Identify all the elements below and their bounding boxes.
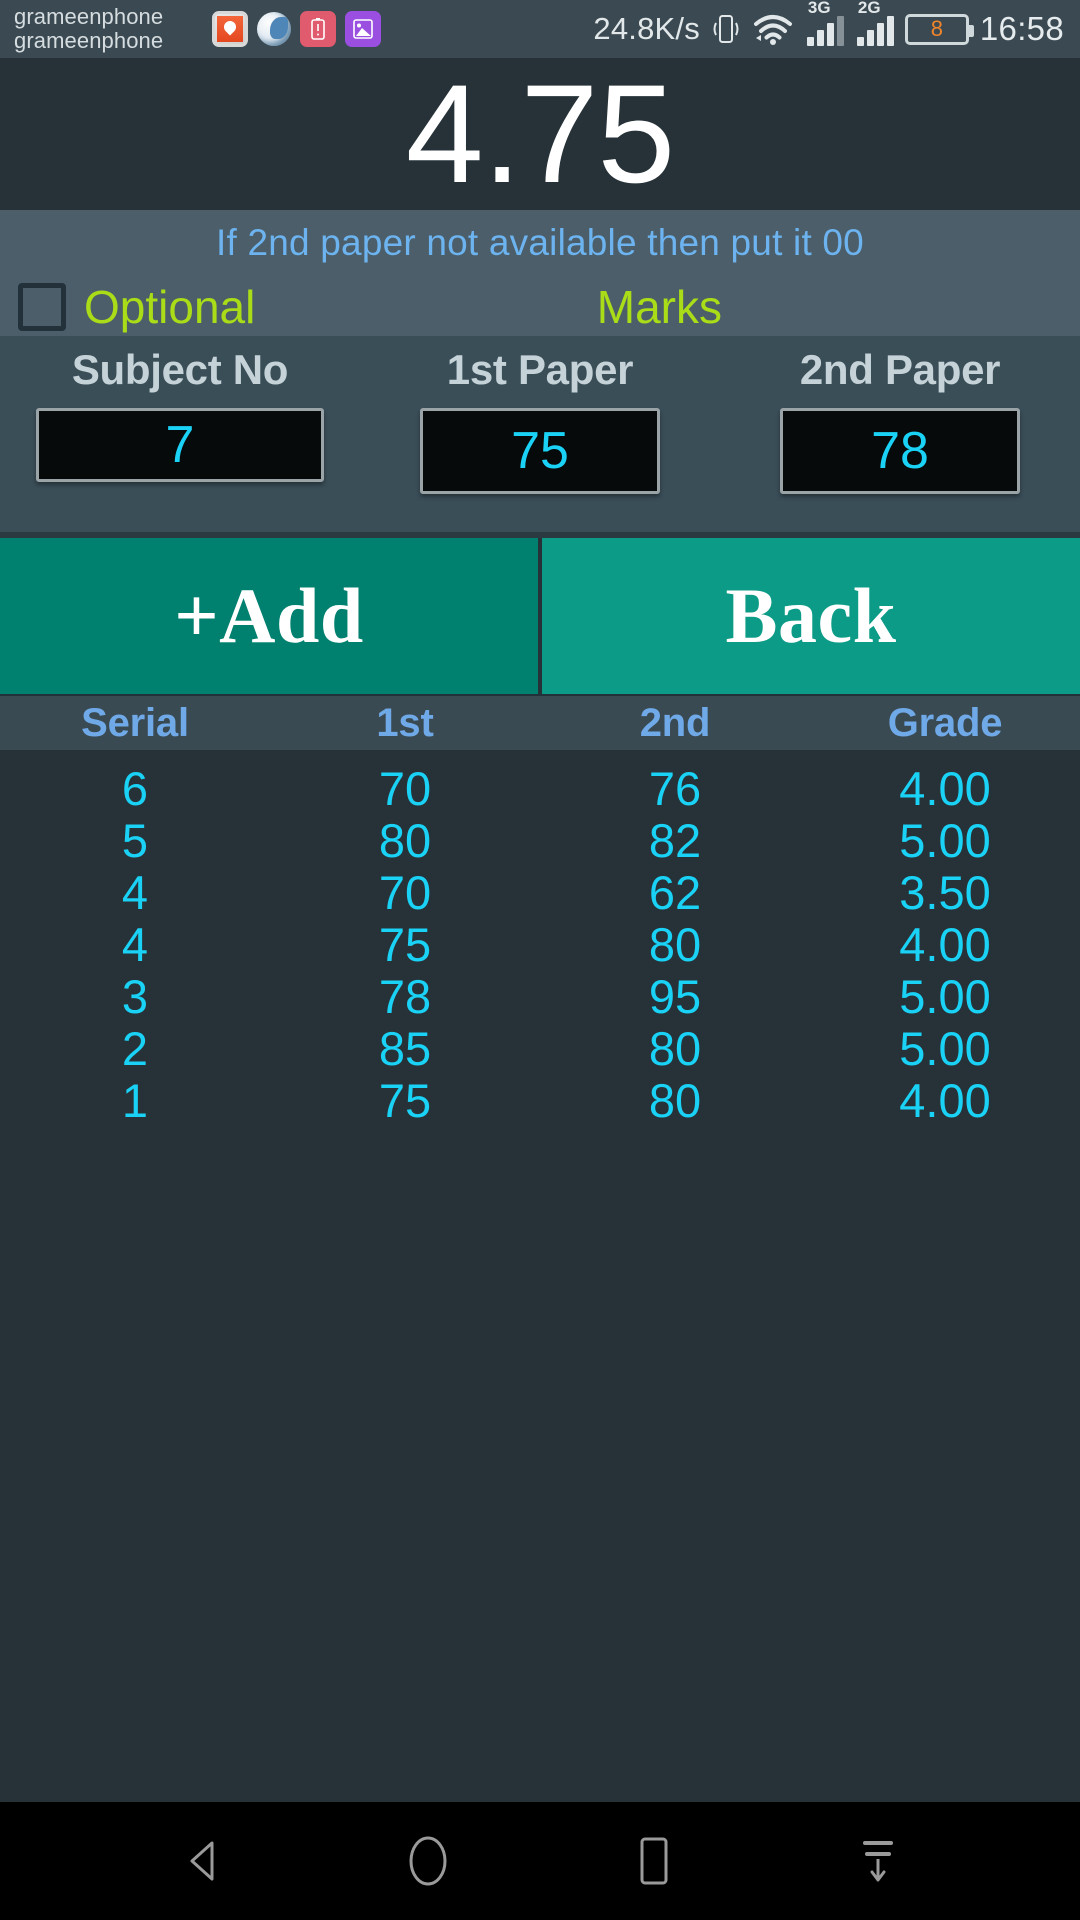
table-row[interactable]: 6 70 76 4.00 [0,762,1080,814]
table-cell-second: 82 [648,813,702,867]
second-paper-input[interactable]: 78 [780,408,1020,494]
optional-checkbox[interactable] [18,283,66,331]
wifi-icon [752,13,794,45]
column-header-1st: 1st [376,700,434,745]
battery-level: 8 [930,16,944,41]
table-cell-grade: 4.00 [899,761,991,815]
table-cell-second: 62 [648,865,702,919]
table-cell-first: 70 [378,761,432,815]
column-header-2nd: 2nd [639,700,711,745]
entry-form: Subject No 1st Paper 2nd Paper 7 75 78 [0,336,1080,532]
notification-icons [212,11,381,47]
phone-screen: grameenphone grameenphone 24.8K/s 3G 2G … [0,0,1080,1920]
battery-alert-icon [300,11,336,47]
table-cell-second: 80 [648,1021,702,1075]
mail-icon [212,11,248,47]
system-navigation-bar [0,1802,1080,1920]
marks-label: Marks [596,281,722,333]
table-row[interactable]: 4 75 80 4.00 [0,918,1080,970]
table-cell-serial: 1 [121,1073,149,1127]
recents-icon[interactable] [593,1802,713,1920]
results-table-body[interactable]: 6 70 76 4.00 5 80 82 5.00 4 70 62 3.50 4 75 80 4.00 3 78 9… [0,750,1080,1802]
table-cell-second: 80 [648,1073,702,1127]
table-cell-serial: 3 [121,969,149,1023]
action-buttons: +Add Back [0,538,1080,694]
table-row[interactable]: 4 70 62 3.50 [0,866,1080,918]
column-header-grade: Grade [887,700,1003,745]
hint-text: If 2nd paper not available then put it 0… [216,222,864,263]
vibrate-icon [711,12,741,46]
table-cell-grade: 5.00 [899,969,991,1023]
add-button[interactable]: +Add [0,538,542,694]
table-cell-first: 75 [378,1073,432,1127]
table-cell-first: 75 [378,917,432,971]
subject-no-cell: 7 [0,408,360,494]
carrier-labels: grameenphone grameenphone [14,5,204,53]
results-table-header: Serial 1st 2nd Grade [0,694,1080,750]
home-icon[interactable] [368,1802,488,1920]
gpa-score: 4.75 [405,55,675,212]
network-speed: 24.8K/s [593,11,700,46]
back-icon[interactable] [143,1802,263,1920]
table-cell-serial: 6 [121,761,149,815]
sim2-signal-icon: 2G [855,0,894,46]
form-column-headers: Subject No 1st Paper 2nd Paper [0,336,1080,394]
sim1-network-label: 3G [807,0,831,17]
table-cell-serial: 4 [121,865,149,919]
table-cell-serial: 5 [121,813,149,867]
table-cell-grade: 5.00 [899,1021,991,1075]
score-panel: 4.75 [0,58,1080,210]
table-cell-grade: 5.00 [899,813,991,867]
table-row[interactable]: 2 85 80 5.00 [0,1022,1080,1074]
table-cell-grade: 3.50 [899,865,991,919]
table-cell-serial: 2 [121,1021,149,1075]
table-cell-first: 85 [378,1021,432,1075]
status-right: 24.8K/s 3G 2G 8 16:58 [593,0,1066,48]
table-cell-serial: 4 [121,917,149,971]
table-row[interactable]: 5 80 82 5.00 [0,814,1080,866]
status-bar: grameenphone grameenphone 24.8K/s 3G 2G … [0,0,1080,58]
carrier-sim1: grameenphone [14,4,164,30]
table-cell-second: 95 [648,969,702,1023]
optional-label: Optional [84,281,256,333]
back-button[interactable]: Back [542,538,1080,694]
sim1-signal-icon: 3G [805,0,844,46]
table-row[interactable]: 1 75 80 4.00 [0,1074,1080,1126]
sim2-bars [856,16,894,46]
browser-icon [257,12,291,46]
battery-icon: 8 [904,13,974,45]
column-header-serial: Serial [81,700,189,745]
sim2-network-label: 2G [857,0,881,17]
first-paper-input[interactable]: 75 [420,408,660,494]
table-cell-grade: 4.00 [899,1073,991,1127]
hint-section: If 2nd paper not available then put it 0… [0,210,1080,336]
first-paper-cell: 75 [360,408,720,494]
table-cell-first: 70 [378,865,432,919]
sim1-bars [806,16,844,46]
table-cell-first: 78 [378,969,432,1023]
pulldown-icon[interactable] [818,1802,938,1920]
table-cell-grade: 4.00 [899,917,991,971]
gallery-icon [345,11,381,47]
form-header-subject-no: Subject No [71,346,289,393]
subject-no-input[interactable]: 7 [36,408,324,482]
optional-row: Optional Marks [0,278,1080,336]
form-header-2nd-paper: 2nd Paper [799,346,1001,393]
form-header-1st-paper: 1st Paper [446,346,634,393]
table-row[interactable]: 3 78 95 5.00 [0,970,1080,1022]
table-cell-first: 80 [378,813,432,867]
table-cell-second: 80 [648,917,702,971]
form-fields: 7 75 78 [0,408,1080,494]
clock: 16:58 [979,10,1064,47]
second-paper-cell: 78 [720,408,1080,494]
table-cell-second: 76 [648,761,702,815]
carrier-sim2: grameenphone [14,28,164,53]
